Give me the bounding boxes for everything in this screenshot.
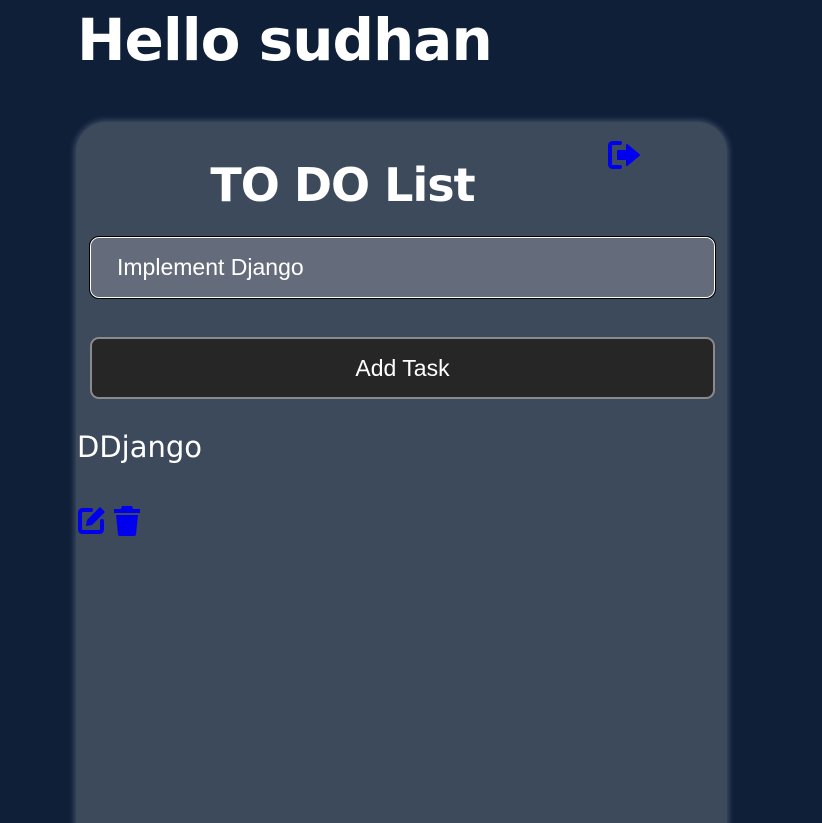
greeting-heading: Hello sudhan <box>77 6 493 74</box>
edit-icon[interactable] <box>77 505 107 537</box>
task-text: DDjango <box>77 430 203 464</box>
logout-icon[interactable] <box>608 140 642 170</box>
task-input[interactable] <box>89 236 716 299</box>
task-list: DDjango <box>77 427 202 537</box>
task-item: DDjango <box>77 427 202 537</box>
add-task-button[interactable]: Add Task <box>90 337 715 399</box>
task-actions <box>77 505 202 537</box>
card-title: TO DO List <box>210 158 475 212</box>
trash-icon[interactable] <box>113 505 141 537</box>
page: Hello sudhan TO DO List Add Task DDjango <box>0 0 822 823</box>
todo-card: TO DO List Add Task DDjango <box>76 122 727 823</box>
